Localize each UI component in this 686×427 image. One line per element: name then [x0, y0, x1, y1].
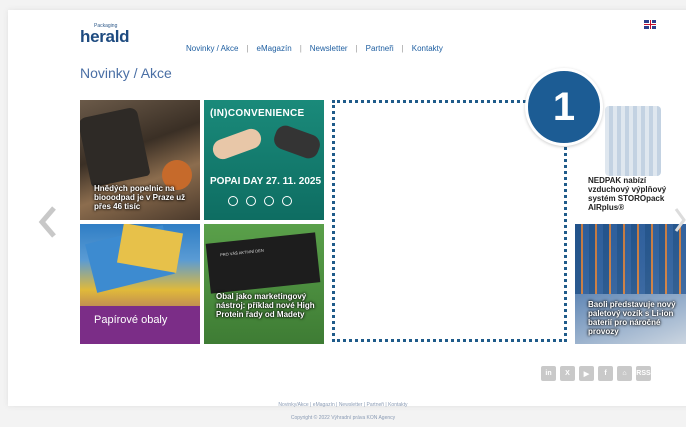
home-icon[interactable]: ⌂ — [617, 366, 632, 381]
nav-separator: | — [246, 44, 249, 53]
news-tile-paper[interactable] — [80, 224, 200, 344]
circle-icon — [228, 196, 238, 206]
logo-text: herald — [80, 27, 130, 46]
tile-image-roll — [605, 106, 661, 176]
youtube-icon[interactable]: ▶ — [579, 366, 594, 381]
nav-item-emagazin[interactable]: eMagazín — [257, 44, 292, 53]
news-tile-madeta[interactable]: PRO VÁŠ AKTIVNÍ DEN — [204, 224, 324, 344]
circle-icon — [282, 196, 292, 206]
nav-item-newsletter[interactable]: Newsletter — [310, 44, 348, 53]
tile-image-warehouse — [575, 224, 686, 294]
nav-item-kontakty[interactable]: Kontakty — [412, 44, 443, 53]
nav-separator: | — [401, 44, 404, 53]
tile-icon-row — [228, 196, 292, 206]
site-logo[interactable]: Packaging herald — [80, 23, 130, 47]
tile-headline: (IN)CONVENIENCE — [210, 108, 305, 119]
nav-item-partneri[interactable]: Partneři — [366, 44, 394, 53]
news-tile-nedpak-title: NEDPAK nabízí vzduchový výplňový systém … — [588, 176, 667, 212]
callout-number-badge: 1 — [525, 68, 603, 146]
news-tile-paper-title: Papírové obaly — [94, 314, 168, 326]
circle-icon — [264, 196, 274, 206]
nav-separator: | — [299, 44, 302, 53]
tile-image-hand — [210, 126, 264, 162]
tile-event-title: POPAI DAY 27. 11. 2025 — [210, 176, 322, 187]
tile-image-robot-hand — [271, 122, 323, 162]
circle-icon — [246, 196, 256, 206]
empty-tile-placeholder — [332, 100, 567, 342]
tile-image-box — [205, 232, 321, 294]
news-tile-baoli-title: Baoli představuje nový paletový vozík s … — [588, 300, 676, 336]
news-tile-popai[interactable]: (IN)CONVENIENCE POPAI DAY 27. 11. 2025 — [204, 100, 324, 220]
footer-links[interactable]: Novinky/Akce | eMagazín | Newsletter | P… — [0, 402, 686, 408]
social-links: in X ▶ f ⌂ RSS — [541, 366, 651, 381]
main-nav: Novinky / Akce | eMagazín | Newsletter |… — [186, 44, 443, 53]
nav-item-novinky[interactable]: Novinky / Akce — [186, 44, 238, 53]
chevron-right-icon[interactable] — [674, 206, 686, 234]
facebook-icon[interactable]: f — [598, 366, 613, 381]
uk-flag-icon[interactable] — [644, 20, 656, 29]
linkedin-icon[interactable]: in — [541, 366, 556, 381]
flag-cross-v — [649, 20, 651, 29]
page-title: Novinky / Akce — [80, 65, 172, 81]
news-tile-madeta-title: Obal jako marketingový nástroj: příklad … — [216, 292, 315, 319]
x-icon[interactable]: X — [560, 366, 575, 381]
news-tile-bins-title: Hnědých popelnic na biooodpad je v Praze… — [94, 184, 186, 211]
nav-separator: | — [355, 44, 358, 53]
footer-copyright: Copyright © 2022 Výhradní práva KON Agen… — [290, 415, 396, 421]
rss-icon[interactable]: RSS — [636, 366, 651, 381]
logo-tagline: Packaging — [94, 23, 118, 29]
chevron-left-icon[interactable] — [38, 205, 58, 239]
tile-image-bin — [80, 106, 151, 188]
